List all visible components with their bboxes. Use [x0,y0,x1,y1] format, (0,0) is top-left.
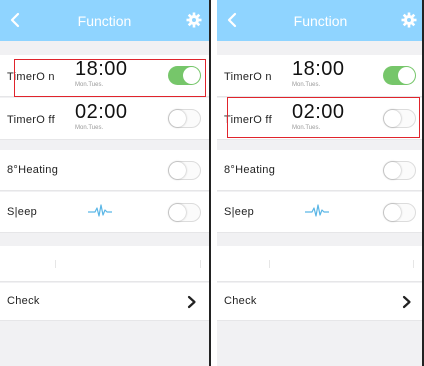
heating-toggle[interactable] [168,161,201,180]
app-header: Function [0,0,209,41]
toggle-knob [169,204,186,221]
sleep-toggle[interactable] [168,203,201,222]
timer-off-days: Mon.Tues. [75,125,104,131]
check-label: Check [7,295,40,307]
highlight-box-timer-on [14,59,206,97]
toggle-knob [398,67,415,84]
timer-off-label: TimerO ff [7,114,55,126]
check-row[interactable]: Check [217,283,424,321]
faint-divider [55,260,56,268]
sleep-row[interactable]: S|eep [0,192,209,233]
sleep-label: S|eep [224,206,255,218]
timer-on-label: TimerO n [224,71,272,83]
chevron-right-icon[interactable] [187,295,197,309]
timer-off-time[interactable]: 02:00 [75,101,128,124]
faint-divider [269,260,270,268]
heating-row[interactable]: 8°Heating [217,150,424,191]
timer-on-row[interactable]: TimerO n 18:00 Mon.Tues. [217,55,424,97]
faint-divider [413,260,414,268]
highlight-box-timer-off [227,97,420,138]
heating-toggle[interactable] [383,161,416,180]
timer-on-days: Mon.Tues. [292,82,321,88]
app-header: Function [217,0,424,41]
page-title: Function [293,12,348,29]
function-screen-left: Function TimerO n 18:00 Mon.Tues. TimerO… [0,0,209,366]
toggle-knob [169,162,186,179]
chevron-left-icon[interactable] [225,12,239,28]
check-label: Check [224,295,257,307]
heating-label: 8°Heating [224,164,276,176]
page-title: Function [77,12,132,29]
blank-row [217,246,424,282]
sleep-label: S|eep [7,206,38,218]
sleep-wave-icon [88,204,112,217]
toggle-knob [384,162,401,179]
function-screen-right: Function TimerO n 18:00 Mon.Tues. TimerO… [217,0,424,366]
sleep-wave-icon [305,204,329,217]
timer-off-toggle[interactable] [168,109,201,128]
toggle-knob [384,204,401,221]
faint-divider [200,260,201,268]
chevron-left-icon[interactable] [8,12,22,28]
gear-icon[interactable] [401,12,417,28]
timer-off-row[interactable]: TimerO ff 02:00 Mon.Tues. [0,98,209,140]
panel-divider [209,0,217,366]
chevron-right-icon[interactable] [402,295,412,309]
sleep-toggle[interactable] [383,203,416,222]
toggle-knob [169,110,186,127]
timer-on-toggle[interactable] [383,66,416,85]
sleep-row[interactable]: S|eep [217,192,424,233]
timer-on-time[interactable]: 18:00 [292,58,345,81]
blank-row [0,246,209,282]
check-row[interactable]: Check [0,283,209,321]
gear-icon[interactable] [186,12,202,28]
heating-label: 8°Heating [7,164,59,176]
screenshot-stage: Function TimerO n 18:00 Mon.Tues. TimerO… [0,0,424,366]
heating-row[interactable]: 8°Heating [0,150,209,191]
